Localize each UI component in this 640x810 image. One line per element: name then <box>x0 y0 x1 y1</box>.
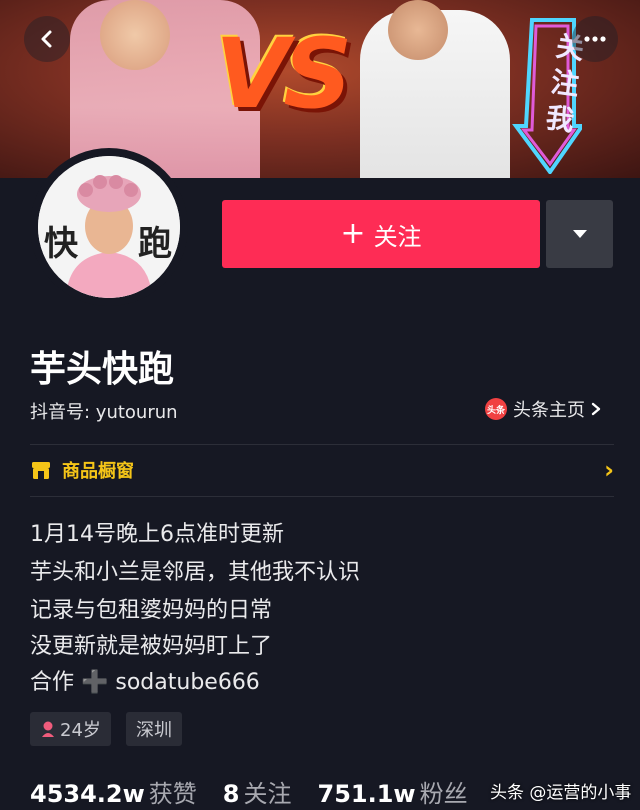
shop-icon <box>32 462 50 479</box>
watermark: 头条 @运营的小事 <box>490 783 632 803</box>
age-tag-label: 24岁 <box>60 720 101 741</box>
follow-label: 关注 <box>373 222 422 251</box>
likes-count: 4534.2w <box>30 780 145 808</box>
avatar-left-char: 快 <box>44 224 78 264</box>
bio-line: 合作 ➕ sodatube666 <box>30 670 260 695</box>
profile-stats: 4534.2w 获赞 8 关注 751.1w 粉丝 <box>30 774 494 809</box>
more-button[interactable] <box>572 16 618 62</box>
bio-line: 记录与包租婆妈妈的日常 <box>30 598 273 623</box>
bio-line: 1月14号晚上6点准时更新 <box>30 522 284 547</box>
banner-right-person-head <box>388 0 448 60</box>
followers-label[interactable]: 粉丝 <box>420 774 468 809</box>
female-icon <box>42 721 54 737</box>
following-count[interactable]: 8 <box>223 780 240 808</box>
toutiao-homepage-link[interactable]: 头条 头条主页 <box>485 396 601 422</box>
product-showcase-row[interactable]: 商品橱窗 › <box>30 444 614 496</box>
toutiao-link-label: 头条主页 <box>513 400 585 421</box>
douyin-id: 抖音号: yutourun <box>30 402 178 423</box>
likes-label: 获赞 <box>148 780 197 808</box>
followers-count[interactable]: 751.1w <box>318 780 416 808</box>
chevron-right-icon: › <box>604 456 614 484</box>
age-tag: 24岁 <box>30 712 111 746</box>
product-showcase-label: 商品橱窗 <box>62 461 134 482</box>
recommend-dropdown-button[interactable] <box>546 200 613 268</box>
location-tag: 深圳 <box>126 712 182 746</box>
toutiao-badge-icon: 头条 <box>485 398 507 420</box>
avatar-right-char: 跑 <box>138 224 172 264</box>
banner-left-person-head <box>100 0 170 70</box>
follow-button[interactable]: + 关注 <box>222 200 540 268</box>
location-tag-label: 深圳 <box>136 720 172 741</box>
divider <box>30 496 614 497</box>
following-label[interactable]: 关注 <box>244 774 292 809</box>
more-dots-icon <box>584 36 606 42</box>
chevron-left-icon <box>41 30 52 48</box>
banner-vs-text: VS <box>215 18 352 130</box>
caret-down-icon <box>572 230 587 238</box>
back-button[interactable] <box>24 16 70 62</box>
avatar[interactable]: 快 跑 <box>38 156 180 298</box>
bio-line: 没更新就是被妈妈盯上了 <box>30 634 273 659</box>
bio-line: 芋头和小兰是邻居，其他我不认识 <box>30 560 361 585</box>
plus-icon: + <box>340 216 366 251</box>
display-name: 芋头快跑 <box>30 349 175 390</box>
chevron-right-icon <box>591 402 601 416</box>
